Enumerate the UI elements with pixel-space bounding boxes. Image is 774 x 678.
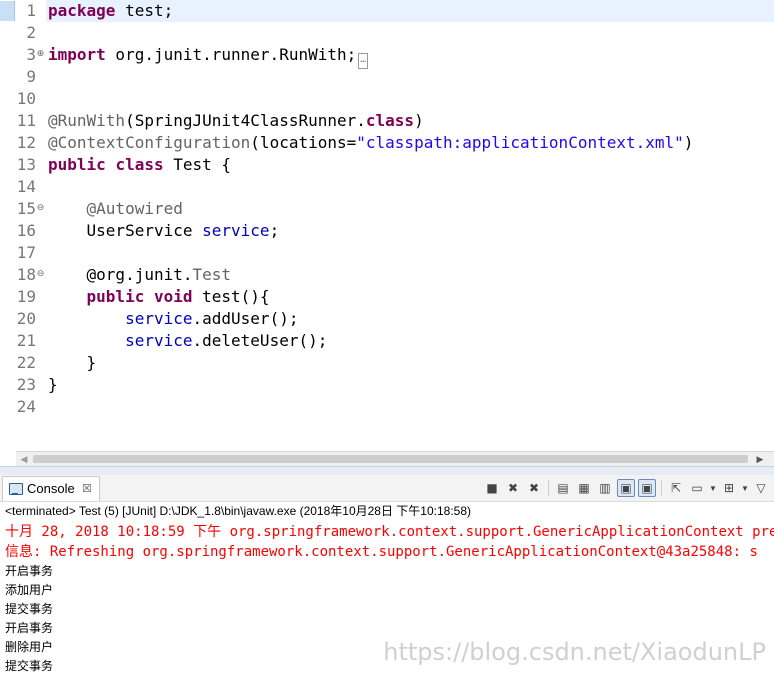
close-icon[interactable]: ☒: [82, 481, 92, 497]
scroll-right-icon[interactable]: ▶: [752, 452, 768, 466]
console-toolbar: ■ ✖ ✖ ▤ ▦ ▥ ▣ ▣ ⇱ ▭ ▼ ⊞ ▼ ▽: [483, 478, 770, 498]
open-console-dropdown[interactable]: ▼: [741, 484, 749, 493]
line-number: 1: [26, 1, 36, 20]
line-number: 12: [16, 133, 36, 152]
code-line: 19 public void test(){: [0, 286, 774, 308]
code-line: 2: [0, 22, 774, 44]
code-line: 10: [0, 88, 774, 110]
view-menu-button[interactable]: ▽: [752, 479, 770, 497]
line-number: 23: [16, 375, 36, 394]
line-number: 16: [16, 221, 36, 240]
console-output[interactable]: <terminated> Test (5) [JUnit] D:\JDK_1.8…: [0, 502, 774, 678]
scroll-left-icon[interactable]: ◀: [16, 452, 32, 466]
remove-all-terminated-button[interactable]: ✖: [525, 479, 543, 497]
terminated-status: <terminated> Test (5) [JUnit] D:\JDK_1.8…: [5, 504, 472, 518]
line-number: 10: [16, 89, 36, 108]
toolbar-separator: [661, 480, 662, 496]
code-line: 23}: [0, 374, 774, 396]
show-on-stderr-button[interactable]: ▣: [638, 479, 656, 497]
line-number: 9: [26, 67, 36, 86]
scroll-lock-button[interactable]: ▦: [575, 479, 593, 497]
line-number: 2: [26, 23, 36, 42]
editor-horizontal-scrollbar[interactable]: ◀ ▶: [16, 451, 774, 466]
code-line: 16 UserService service;: [0, 220, 774, 242]
code-text[interactable]: service.deleteUser();: [48, 330, 327, 352]
code-text[interactable]: @org.junit.Test: [48, 264, 232, 286]
toolbar-separator: [548, 480, 549, 496]
code-text[interactable]: public void test(){: [48, 286, 270, 308]
line-number: 19: [16, 287, 36, 306]
code-line: 1 package test;: [0, 0, 774, 22]
stdout-line: 开启事务: [5, 621, 54, 635]
line-number: 15: [16, 199, 36, 218]
pin-console-button[interactable]: ⇱: [667, 479, 685, 497]
stdout-line: 提交事务: [5, 602, 54, 616]
code-line: 15 ⊖ @Autowired: [0, 198, 774, 220]
code-line: 24: [0, 396, 774, 418]
line-number: 3: [26, 45, 36, 64]
stdout-line: 开启事务: [5, 564, 54, 578]
code-text[interactable]: service.addUser();: [48, 308, 298, 330]
stdout-line: 添加用户: [5, 583, 54, 597]
watermark: https://blog.csdn.net/XiaodunLP: [383, 638, 766, 666]
console-icon: [9, 483, 23, 495]
clear-console-button[interactable]: ▤: [554, 479, 572, 497]
display-selected-console-button[interactable]: ▭: [688, 479, 706, 497]
fold-collapse-icon[interactable]: ⊖: [36, 270, 45, 279]
code-line: 9: [0, 66, 774, 88]
code-line: 11 @RunWith(SpringJUnit4ClassRunner.class…: [0, 110, 774, 132]
line-number: 18: [16, 265, 36, 284]
line-number: 14: [16, 177, 36, 196]
console-tab-label: Console: [27, 481, 75, 496]
code-text[interactable]: package test;: [48, 0, 173, 22]
code-line: 13 public class Test {: [0, 154, 774, 176]
code-text[interactable]: @ContextConfiguration(locations="classpa…: [48, 132, 693, 154]
code-line: 20 service.addUser();: [0, 308, 774, 330]
stderr-line: 十月 28, 2018 10:18:59 下午 org.springframew…: [5, 524, 774, 540]
line-number: 20: [16, 309, 36, 328]
fold-expand-icon[interactable]: ⊕: [36, 50, 45, 59]
code-text[interactable]: @Autowired: [48, 198, 183, 220]
line-number: 17: [16, 243, 36, 262]
open-console-button[interactable]: ⊞: [720, 479, 738, 497]
line-number: 21: [16, 331, 36, 350]
code-line: 21 service.deleteUser();: [0, 330, 774, 352]
stderr-line: 信息: Refreshing org.springframework.conte…: [5, 544, 758, 560]
line-number: 22: [16, 353, 36, 372]
code-line: 14: [0, 176, 774, 198]
terminate-button[interactable]: ■: [483, 479, 501, 497]
code-text[interactable]: }: [48, 352, 97, 374]
show-on-stdout-button[interactable]: ▣: [617, 479, 635, 497]
fold-collapse-icon[interactable]: ⊖: [36, 204, 45, 213]
stdout-line: 删除用户: [5, 640, 54, 654]
code-line: 17: [0, 242, 774, 264]
code-text[interactable]: @RunWith(SpringJUnit4ClassRunner.class): [48, 110, 424, 132]
stdout-line: 提交事务: [5, 659, 54, 673]
code-line: 12 @ContextConfiguration(locations="class…: [0, 132, 774, 154]
line-number: 24: [16, 397, 36, 416]
word-wrap-button[interactable]: ▥: [596, 479, 614, 497]
code-line: 22 }: [0, 352, 774, 374]
code-text[interactable]: }: [48, 374, 58, 396]
scrollbar-thumb[interactable]: [33, 455, 748, 463]
line-number: 11: [16, 111, 36, 130]
code-text[interactable]: UserService service;: [48, 220, 280, 242]
display-console-dropdown[interactable]: ▼: [709, 484, 717, 493]
code-line: 3 ⊕ import org.junit.runner.RunWith;…: [0, 44, 774, 69]
code-line: 18 ⊖ @org.junit.Test: [0, 264, 774, 286]
code-text[interactable]: public class Test {: [48, 154, 231, 176]
remove-launch-button[interactable]: ✖: [504, 479, 522, 497]
code-editor[interactable]: 1 package test; 2 3 ⊕ import org.junit.runner…: [0, 0, 774, 450]
line-number: 13: [16, 155, 36, 174]
tab-console[interactable]: Console ☒: [2, 476, 100, 501]
